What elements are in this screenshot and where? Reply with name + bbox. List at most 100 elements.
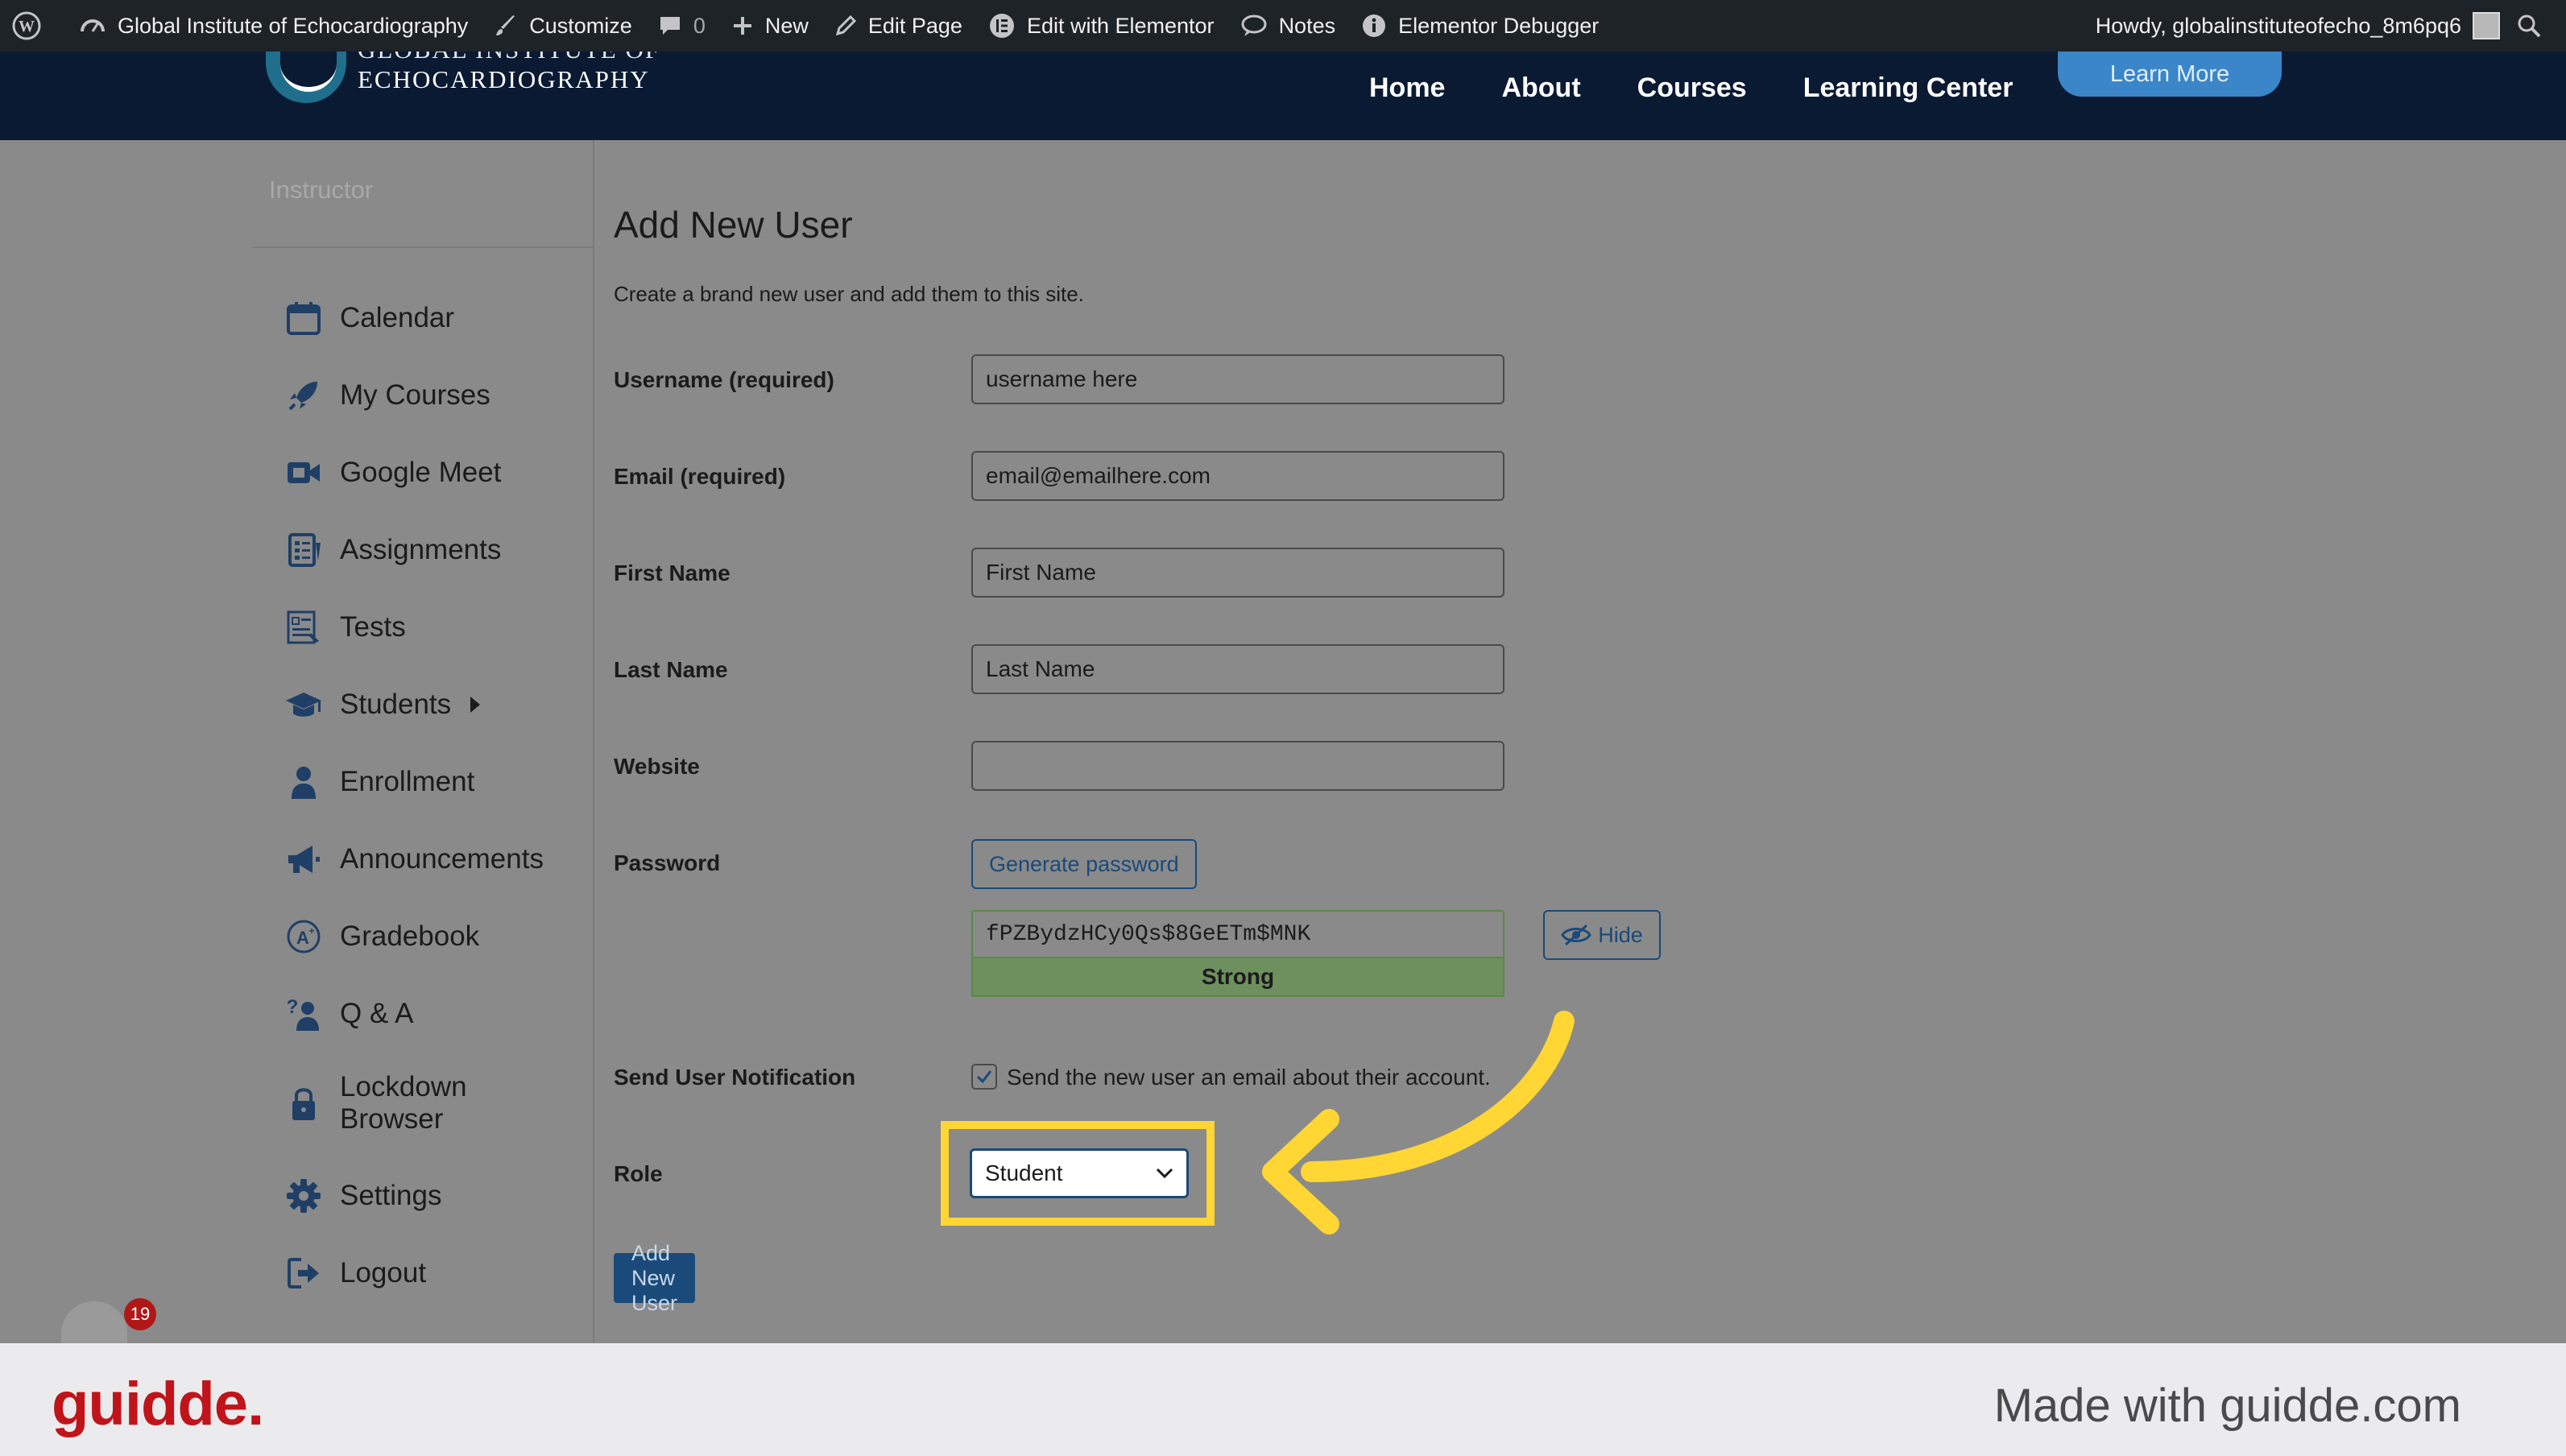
checklist-icon [284,530,324,570]
role-label: Role [614,1161,663,1186]
nav-home[interactable]: Home [1369,72,1445,104]
generate-password-button[interactable]: Generate password [971,839,1197,889]
avatar [2473,12,2500,39]
learn-more-button[interactable]: Learn More [2058,52,2282,97]
elementor-debugger-link[interactable]: Elementor Debugger [1348,0,1612,52]
calendar-icon [284,298,324,338]
site-logo[interactable]: GLOBAL INSTITUTE OF ECHOCARDIOGRAPHY [266,37,660,108]
sidebar-item-label: Assignments [340,534,502,565]
wordpress-logo-menu[interactable]: W [0,0,66,52]
website-input[interactable] [971,741,1504,791]
admin-bar-right: Howdy, globalinstituteofecho_8m6pq6 [2083,0,2566,52]
speech-bubble-icon [1241,14,1267,36]
comments-link[interactable]: 0 [645,0,718,52]
edit-with-elementor-link[interactable]: Edit with Elementor [975,0,1227,52]
sidebar-item-q-and-a[interactable]: ? Q & A [284,994,413,1034]
send-notification-checkbox[interactable] [971,1064,997,1090]
sidebar-item-lockdown-browser[interactable]: Lockdown Browser [284,1071,467,1135]
hide-label: Hide [1598,922,1643,947]
svg-text:W: W [19,18,35,35]
plus-icon [733,17,751,35]
caret-right-icon[interactable] [470,697,481,713]
email-input[interactable] [971,451,1504,501]
sidebar-item-logout[interactable]: Logout [284,1253,426,1293]
email-label: Email (required) [614,464,786,489]
page-title: Add New User [614,204,853,246]
wp-admin-bar: W Global Institute of Echocardiography C… [0,0,2566,52]
sidebar-item-calendar[interactable]: Calendar [284,298,454,338]
sidebar-item-label: Settings [340,1180,442,1211]
sidebar-item-label: Q & A [340,998,414,1029]
test-document-icon [284,607,324,647]
sidebar-item-my-courses[interactable]: My Courses [284,375,490,416]
add-new-user-button[interactable]: Add New User [614,1241,696,1315]
site-name-menu[interactable]: Global Institute of Echocardiography [66,0,481,52]
sidebar-item-label: Browser [340,1103,444,1135]
sidebar-item-label: Logout [340,1257,427,1288]
nav-about[interactable]: About [1501,72,1580,104]
website-label: Website [614,754,700,779]
elementor-icon [989,14,1014,38]
video-camera-icon [284,453,324,493]
nav-courses[interactable]: Courses [1637,72,1747,104]
role-select[interactable]: Student [970,1148,1189,1198]
sidebar-item-google-meet[interactable]: Google Meet [284,453,501,493]
new-content-menu[interactable]: New [718,0,822,52]
sidebar-item-tests[interactable]: Tests [284,607,406,647]
sidebar-item-label: Calendar [340,302,455,333]
guidde-footer: guidde. Made with guidde.com [0,1343,2566,1456]
last-name-label: Last Name [614,657,728,682]
my-account-menu[interactable]: Howdy, globalinstituteofecho_8m6pq6 [2083,0,2508,52]
sidebar-item-label: Gradebook [340,920,480,952]
checkmark-icon [976,1070,992,1084]
logo-line-2: ECHOCARDIOGRAPHY [358,65,650,93]
eye-slash-icon [1561,924,1591,946]
first-name-input[interactable] [971,548,1504,598]
guidde-logo: guidde. [52,1370,264,1438]
customize-link[interactable]: Customize [481,0,645,52]
username-label: Username (required) [614,367,834,392]
sidebar-item-students[interactable]: Students [284,685,481,725]
site-name: Global Institute of Echocardiography [118,13,469,38]
first-name-label: First Name [614,560,730,585]
instructor-sidebar: Instructor Calendar My Courses Google Me… [253,140,594,1345]
rocket-icon [284,375,324,416]
sidebar-item-label: Announcements [340,843,544,875]
graduation-cap-icon [284,685,324,725]
username-input[interactable] [971,354,1504,404]
grade-icon: A + [284,916,324,957]
question-person-icon: ? [284,994,324,1034]
sidebar-item-label: Google Meet [340,457,502,488]
nav-learning-center[interactable]: Learning Center [1803,72,2013,104]
site-header: GLOBAL INSTITUTE OF ECHOCARDIOGRAPHY Hom… [0,37,2566,140]
help-widget-icon[interactable] [61,1301,127,1350]
sidebar-item-enrollment[interactable]: Enrollment [284,762,474,802]
last-name-input[interactable] [971,644,1504,694]
edit-page-link[interactable]: Edit Page [822,0,975,52]
main-navigation: Home About Courses Learning Center [1369,52,2069,124]
password-strength-meter: Strong [971,957,1504,997]
gear-icon [284,1176,324,1216]
person-icon [284,762,324,802]
sidebar-heading: Instructor [269,176,374,204]
sidebar-item-announcements[interactable]: Announcements [284,839,544,879]
hide-password-button[interactable]: Hide [1543,910,1661,960]
pencil-icon [835,14,856,36]
megaphone-icon [284,839,324,879]
wordpress-icon: W [12,11,41,40]
comments-count: 0 [693,13,706,38]
page-description: Create a brand new user and add them to … [614,282,1084,306]
search-icon [2518,14,2541,38]
password-input[interactable] [971,910,1504,958]
sidebar-item-label: My Courses [340,379,490,411]
notification-label: Send User Notification [614,1065,856,1090]
notes-link[interactable]: Notes [1227,0,1349,52]
sidebar-item-label: Enrollment [340,766,475,797]
sidebar-divider [253,246,594,248]
sidebar-item-assignments[interactable]: Assignments [284,530,501,570]
svg-text:?: ? [287,996,299,1018]
sidebar-item-gradebook[interactable]: A + Gradebook [284,916,479,957]
sidebar-item-settings[interactable]: Settings [284,1176,441,1216]
admin-search-button[interactable] [2508,0,2566,52]
howdy-text: Howdy, globalinstituteofecho_8m6pq6 [2095,13,2461,38]
